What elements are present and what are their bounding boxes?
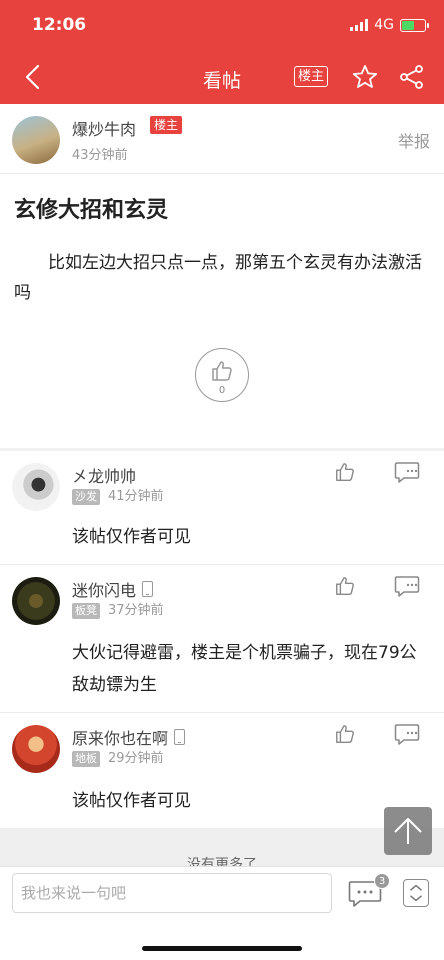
- status-indicators: 4G: [350, 17, 429, 33]
- author-row: 爆炒牛肉 楼主 43分钟前 举报: [0, 104, 444, 174]
- arrow-up-icon: [394, 818, 422, 844]
- star-icon[interactable]: [352, 64, 378, 90]
- bottom-bar: 3: [0, 866, 444, 960]
- reply-author-name[interactable]: 迷你闪电: [72, 577, 154, 601]
- floor-badge: 沙发: [72, 489, 100, 505]
- reply-text: 该帖仅作者可见: [72, 791, 191, 811]
- comment-icon[interactable]: [394, 461, 420, 483]
- reply-author-label: 㐅龙帅帅: [72, 467, 137, 486]
- thumbs-up-icon[interactable]: [334, 461, 356, 483]
- comment-icon[interactable]: [394, 575, 420, 597]
- status-time: 12:06: [32, 15, 87, 35]
- avatar[interactable]: [12, 577, 60, 625]
- comment-count-badge: 3: [374, 873, 390, 889]
- reply-time: 37分钟前: [108, 603, 164, 618]
- reply-time: 29分钟前: [108, 751, 164, 766]
- floor-badge: 地板: [72, 751, 100, 767]
- only-author-button[interactable]: 楼主: [294, 66, 329, 87]
- expand-icon[interactable]: [403, 879, 429, 907]
- thumbs-up-icon[interactable]: [334, 723, 356, 745]
- reply-author-label: 原来你也在啊: [72, 729, 169, 748]
- avatar[interactable]: [12, 463, 60, 511]
- author-name[interactable]: 爆炒牛肉: [72, 116, 136, 140]
- mobile-device-icon: [174, 729, 186, 745]
- battery-icon: [400, 18, 429, 32]
- status-bar: 12:06 4G: [0, 0, 444, 50]
- no-more-label: 没有更多了: [0, 828, 444, 868]
- mobile-device-icon: [142, 581, 154, 597]
- comment-icon[interactable]: [394, 723, 420, 745]
- thumbs-up-icon: [212, 361, 232, 381]
- reply-author-label: 迷你闪电: [72, 581, 137, 600]
- report-button[interactable]: 举报: [398, 128, 430, 152]
- thumbs-up-icon[interactable]: [334, 575, 356, 597]
- network-label: 4G: [374, 17, 394, 33]
- home-indicator: [142, 946, 302, 951]
- reply-text: 该帖仅作者可见: [72, 527, 191, 547]
- scroll-to-top-button[interactable]: [384, 807, 432, 855]
- list-item: 㐅龙帅帅 沙发 41分钟前 该帖仅作者可见: [0, 451, 444, 565]
- avatar[interactable]: [12, 116, 60, 164]
- reply-author-name[interactable]: 㐅龙帅帅: [72, 463, 136, 487]
- post-body: 比如左边大招只点一点，那第五个玄灵有办法激活吗: [14, 253, 422, 303]
- floor-badge: 板凳: [72, 603, 100, 619]
- avatar[interactable]: [12, 725, 60, 773]
- share-icon[interactable]: [399, 64, 425, 90]
- reply-input[interactable]: [12, 873, 332, 913]
- signal-icon: [350, 19, 369, 31]
- reply-time: 41分钟前: [108, 489, 164, 504]
- like-count: 0: [218, 385, 226, 396]
- like-button[interactable]: 0: [195, 348, 249, 402]
- reply-text: 大伙记得避雷，楼主是个机票骗子，现在79公敌劫镖为生: [72, 643, 417, 695]
- nav-bar: 看帖 楼主: [0, 50, 444, 104]
- list-item: 原来你也在啊 地板 29分钟前 该帖仅作者可见: [0, 713, 444, 828]
- post-title: 玄修大招和玄灵: [14, 198, 169, 223]
- reply-author-name[interactable]: 原来你也在啊: [72, 725, 186, 749]
- author-badge: 楼主: [150, 116, 183, 134]
- list-item: 迷你闪电 板凳 37分钟前 大伙记得避雷，楼主是个机票骗子，现在79公敌劫镖为生: [0, 565, 444, 713]
- post-time: 43分钟前: [72, 148, 128, 163]
